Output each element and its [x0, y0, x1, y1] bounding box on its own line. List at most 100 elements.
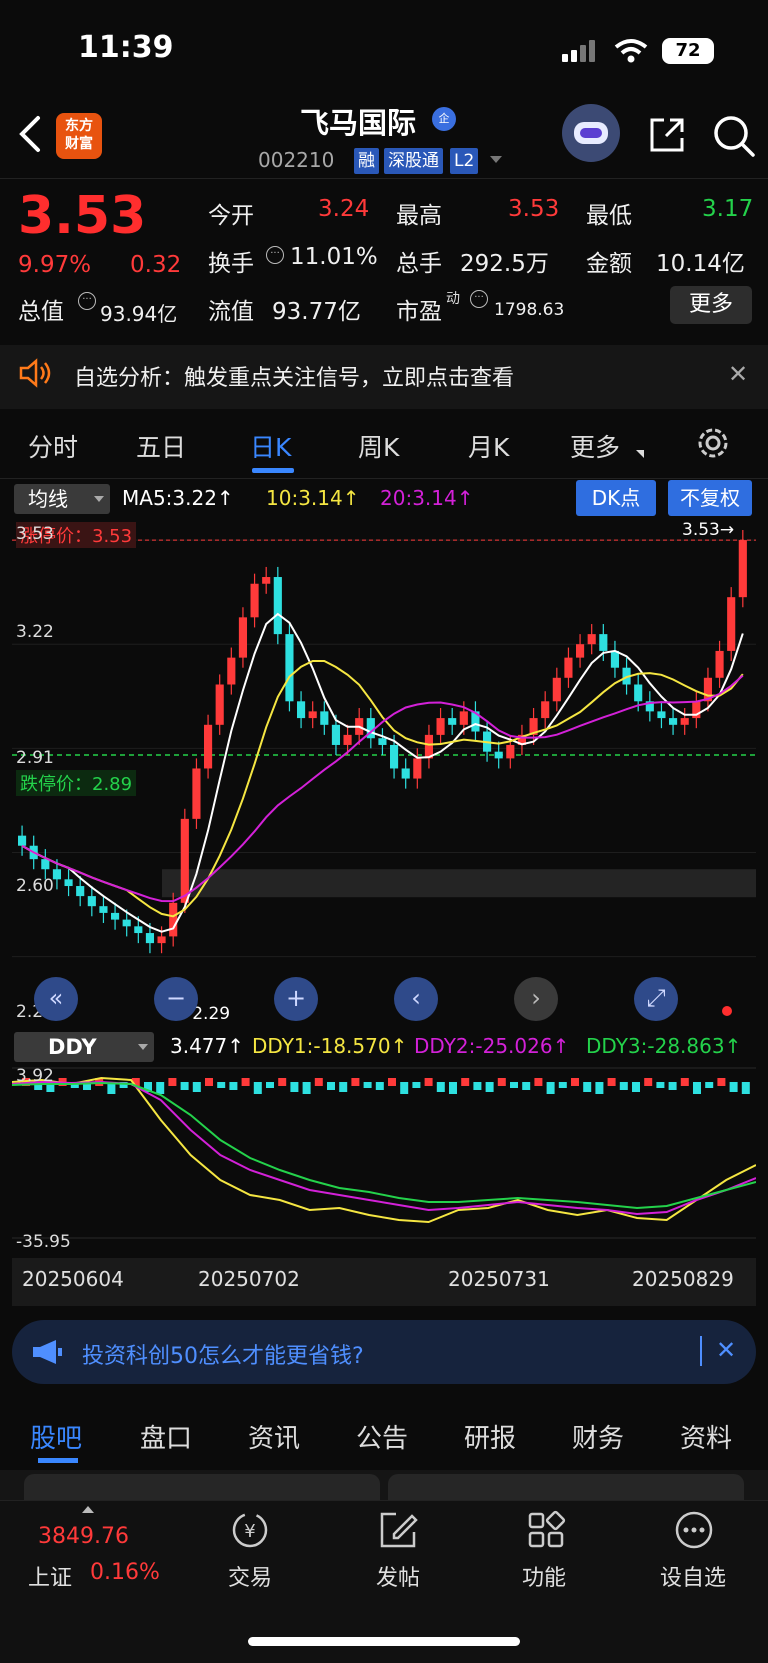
scroll-left-button[interactable]: ‹ [394, 977, 438, 1021]
tab-profile[interactable]: 资料 [680, 1418, 732, 1455]
ma10-legend: 10:3.14↑ [266, 486, 360, 510]
ddy-bar [510, 1082, 518, 1088]
ddy-bar [217, 1082, 226, 1088]
adjust-mode-button[interactable]: 不复权 [668, 480, 752, 516]
tab-daily-k[interactable]: 日K [250, 428, 291, 464]
close-icon[interactable]: ✕ [728, 360, 748, 388]
ad-text[interactable]: 投资科创50怎么才能更省钱? [82, 1338, 364, 1370]
candle-body [99, 906, 108, 913]
tab-intraday[interactable]: 分时 [28, 428, 78, 464]
more-options-icon[interactable] [672, 1508, 716, 1552]
index-change[interactable]: 0.16% [90, 1560, 160, 1585]
ddy-bar [302, 1082, 311, 1094]
ddy-bar [253, 1082, 262, 1094]
turnover-value: 11.01% [290, 244, 378, 270]
zoom-out-button[interactable]: − [154, 977, 198, 1021]
ddy-chart[interactable] [12, 1060, 756, 1260]
search-icon[interactable] [712, 114, 756, 158]
candle-body [390, 744, 399, 769]
index-value[interactable]: 3849.76 [38, 1524, 129, 1549]
assistant-avatar[interactable] [562, 104, 620, 162]
info-icon[interactable]: ··· [470, 290, 488, 308]
post-card[interactable] [388, 1474, 744, 1500]
function-grid-icon[interactable] [524, 1508, 568, 1552]
ddy-bar [705, 1082, 714, 1088]
tab-five-day[interactable]: 五日 [136, 428, 186, 464]
ddy-line [12, 1076, 756, 1224]
settings-gear-icon[interactable] [694, 424, 732, 462]
ddy-bar [436, 1082, 445, 1092]
candle-body [436, 718, 445, 735]
chevron-down-icon [94, 496, 104, 502]
dk-point-button[interactable]: DK点 [576, 480, 656, 516]
tab-news[interactable]: 资讯 [248, 1418, 300, 1455]
tab-weekly-k[interactable]: 周K [358, 428, 399, 464]
fullscreen-icon[interactable]: ⤢ [634, 977, 678, 1021]
nav-function[interactable]: 功能 [522, 1560, 566, 1592]
candle-body [494, 751, 503, 759]
bottom-tab-underline [38, 1458, 78, 1463]
ddy-bar [156, 1082, 165, 1094]
candle-body [111, 912, 120, 920]
app-logo[interactable]: 东方 财富 [56, 113, 102, 159]
candle-body [448, 718, 457, 725]
tab-research[interactable]: 研报 [464, 1418, 516, 1455]
ddy-line [12, 1081, 756, 1210]
ddy-bar [229, 1082, 238, 1090]
tag-margin: 融 [354, 148, 379, 174]
ddy-bar [607, 1078, 616, 1086]
back-button[interactable] [14, 112, 48, 156]
low-value: 3.17 [702, 196, 754, 222]
change-percent: 9.97% [18, 252, 92, 278]
tab-monthly-k[interactable]: 月K [468, 428, 509, 464]
nav-post[interactable]: 发帖 [376, 1560, 420, 1592]
stock-code: 002210 [258, 148, 335, 172]
candle-body [552, 677, 561, 702]
candle-body [541, 701, 550, 719]
index-name[interactable]: 上证 [28, 1560, 72, 1592]
candle-body [576, 644, 585, 658]
close-icon[interactable]: ✕ [716, 1336, 736, 1364]
tab-forum[interactable]: 股吧 [30, 1418, 82, 1455]
tab-more[interactable]: 更多 [570, 428, 620, 464]
post-card[interactable] [24, 1474, 380, 1500]
ddy-bar [241, 1078, 250, 1086]
candle-body [378, 738, 387, 745]
ddy-bar [656, 1082, 665, 1088]
more-button[interactable]: 更多 [670, 286, 752, 324]
tab-order-book[interactable]: 盘口 [140, 1418, 192, 1455]
volume-band [162, 869, 756, 898]
notice-text[interactable]: 自选分析：触发重点关注信号，立即点击查看 [74, 360, 514, 392]
candle-body [413, 758, 422, 779]
index-up-triangle-icon [82, 1506, 94, 1513]
ddy-bar [680, 1078, 689, 1086]
chevron-down-icon[interactable] [490, 156, 502, 163]
candle-body [715, 650, 724, 678]
tab-finance[interactable]: 财务 [572, 1418, 624, 1455]
info-icon[interactable]: ··· [78, 292, 96, 310]
market-cap-label: 总值 [18, 299, 64, 325]
nav-trade[interactable]: 交易 [228, 1560, 272, 1592]
tab-announcements[interactable]: 公告 [356, 1418, 408, 1455]
ddy-indicator-select[interactable]: DDY [14, 1032, 154, 1062]
candle-body [331, 724, 341, 745]
candle-body [64, 879, 73, 887]
ddy1-legend: DDY1:-18.570↑ [252, 1034, 408, 1058]
scroll-left-fast-button[interactable]: « [34, 977, 78, 1021]
scroll-right-button[interactable]: › [514, 977, 558, 1021]
ddy-y-bottom: -35.95 [16, 1232, 71, 1252]
ddy-bar [363, 1082, 372, 1088]
float-value: 93.77亿 [272, 299, 361, 325]
post-edit-icon[interactable] [376, 1508, 420, 1552]
zoom-in-button[interactable]: + [274, 977, 318, 1021]
info-icon[interactable]: ··· [266, 246, 284, 264]
high-label: 最高 [396, 203, 442, 229]
amount-label: 金额 [586, 251, 632, 277]
nav-add-watchlist[interactable]: 设自选 [660, 1560, 726, 1592]
chevron-down-icon [636, 450, 644, 458]
candle-body [401, 768, 410, 779]
y-axis-label: 2.91 [16, 748, 54, 768]
candle-body [227, 657, 236, 685]
trade-icon[interactable]: ¥ [228, 1508, 272, 1552]
share-icon[interactable] [648, 116, 686, 154]
